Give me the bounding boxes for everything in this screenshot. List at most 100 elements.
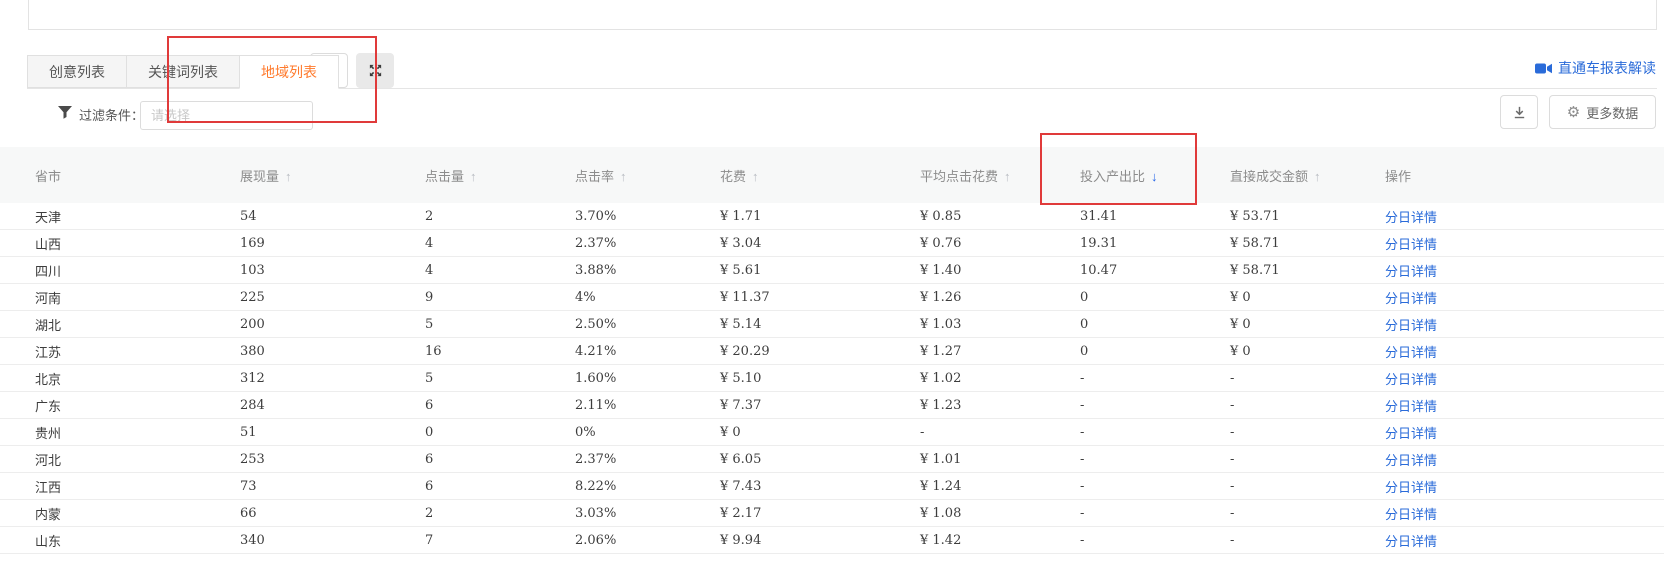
action-cell: 分日详情 — [1365, 288, 1664, 307]
column-header-1[interactable]: 展现量↑ — [205, 166, 390, 185]
daily-detail-link[interactable]: 分日详情 — [1385, 291, 1437, 306]
data-cell: 2.11% — [540, 398, 685, 413]
sort-asc-icon[interactable]: ↑ — [285, 169, 292, 184]
data-cell: ¥ 2.17 — [685, 506, 885, 521]
sort-asc-icon[interactable]: ↑ — [620, 169, 627, 184]
daily-detail-link[interactable]: 分日详情 — [1385, 399, 1437, 414]
data-cell: - — [1195, 425, 1365, 440]
data-cell: ¥ 1.27 — [885, 344, 1045, 359]
province-cell: 内蒙 — [0, 504, 205, 523]
data-cell: 73 — [205, 479, 390, 494]
data-cell: 31.41 — [1045, 209, 1195, 224]
data-cell: ¥ 20.29 — [685, 344, 885, 359]
column-header-7[interactable]: 直接成交金额↑ — [1195, 166, 1365, 185]
province-cell: 河北 — [0, 450, 205, 469]
daily-detail-link[interactable]: 分日详情 — [1385, 453, 1437, 468]
data-cell: 103 — [205, 263, 390, 278]
tab-keyword-list[interactable]: 关键词列表 — [126, 55, 240, 88]
data-cell: - — [1045, 506, 1195, 521]
data-cell: 16 — [390, 344, 540, 359]
daily-detail-link[interactable]: 分日详情 — [1385, 345, 1437, 360]
data-cell: - — [1045, 398, 1195, 413]
data-cell: 9 — [390, 290, 540, 305]
action-cell: 分日详情 — [1365, 369, 1664, 388]
data-cell: ¥ 1.02 — [885, 371, 1045, 386]
video-icon — [1535, 62, 1553, 75]
data-cell: ¥ 11.37 — [685, 290, 885, 305]
report-tabs: 创意列表 关键词列表 地域列表 — [27, 55, 339, 89]
daily-detail-link[interactable]: 分日详情 — [1385, 210, 1437, 225]
data-cell: 3.70% — [540, 209, 685, 224]
daily-detail-link[interactable]: 分日详情 — [1385, 318, 1437, 333]
data-cell: ¥ 1.08 — [885, 506, 1045, 521]
action-cell: 分日详情 — [1365, 261, 1664, 280]
data-cell: - — [1195, 371, 1365, 386]
daily-detail-link[interactable]: 分日详情 — [1385, 426, 1437, 441]
data-cell: ¥ 7.43 — [685, 479, 885, 494]
data-cell: ¥ 58.71 — [1195, 263, 1365, 278]
column-header-4[interactable]: 花费↑ — [685, 166, 885, 185]
column-header-0: 省市 — [0, 166, 205, 185]
province-cell: 湖北 — [0, 315, 205, 334]
daily-detail-link[interactable]: 分日详情 — [1385, 507, 1437, 522]
sort-asc-icon[interactable]: ↑ — [752, 169, 759, 184]
tab-region-list[interactable]: 地域列表 — [239, 55, 339, 89]
data-cell: 200 — [205, 317, 390, 332]
data-cell: 2.50% — [540, 317, 685, 332]
region-data-table: 省市展现量↑点击量↑点击率↑花费↑平均点击花费↑投入产出比↓直接成交金额↑操作 … — [0, 147, 1664, 554]
data-cell: 4 — [390, 236, 540, 251]
daily-detail-link[interactable]: 分日详情 — [1385, 264, 1437, 279]
province-cell: 江苏 — [0, 342, 205, 361]
fullscreen-button[interactable] — [356, 53, 394, 88]
data-cell: ¥ 0 — [1195, 290, 1365, 305]
download-button[interactable] — [1500, 95, 1538, 129]
data-cell: 19.31 — [1045, 236, 1195, 251]
filter-icon — [58, 106, 72, 119]
data-cell: ¥ 1.71 — [685, 209, 885, 224]
action-cell: 分日详情 — [1365, 342, 1664, 361]
province-cell: 山西 — [0, 234, 205, 253]
column-header-8: 操作 — [1365, 166, 1664, 185]
data-cell: 6 — [390, 452, 540, 467]
filter-label: 过滤条件： — [79, 105, 144, 124]
filter-select-input[interactable] — [140, 101, 313, 130]
data-cell: 0 — [1045, 317, 1195, 332]
data-cell: - — [1045, 425, 1195, 440]
more-data-label: 更多数据 — [1586, 103, 1638, 122]
data-cell: ¥ 0.85 — [885, 209, 1045, 224]
data-cell: ¥ 6.05 — [685, 452, 885, 467]
daily-detail-link[interactable]: 分日详情 — [1385, 480, 1437, 495]
column-header-2[interactable]: 点击量↑ — [390, 166, 540, 185]
data-cell: ¥ 1.42 — [885, 533, 1045, 548]
data-cell: 4.21% — [540, 344, 685, 359]
data-cell: 3.03% — [540, 506, 685, 521]
sort-asc-icon[interactable]: ↑ — [1314, 169, 1321, 184]
data-cell: 2 — [390, 506, 540, 521]
action-cell: 分日详情 — [1365, 396, 1664, 415]
data-cell: ¥ 0 — [1195, 344, 1365, 359]
data-cell: 340 — [205, 533, 390, 548]
column-header-6[interactable]: 投入产出比↓ — [1045, 166, 1195, 185]
daily-detail-link[interactable]: 分日详情 — [1385, 372, 1437, 387]
report-interpretation-link[interactable]: 直通车报表解读 — [1535, 58, 1656, 78]
more-data-button[interactable]: ⚙ 更多数据 — [1549, 95, 1656, 129]
data-cell: 4% — [540, 290, 685, 305]
data-cell: 0 — [1045, 290, 1195, 305]
sort-asc-icon[interactable]: ↑ — [1004, 169, 1011, 184]
data-cell: ¥ 3.04 — [685, 236, 885, 251]
data-cell: 2.06% — [540, 533, 685, 548]
column-header-5[interactable]: 平均点击花费↑ — [885, 166, 1045, 185]
data-cell: ¥ 0.76 — [885, 236, 1045, 251]
data-cell: 3.88% — [540, 263, 685, 278]
tab-creative-list[interactable]: 创意列表 — [27, 55, 127, 88]
daily-detail-link[interactable]: 分日详情 — [1385, 534, 1437, 549]
action-cell: 分日详情 — [1365, 477, 1664, 496]
data-cell: ¥ 1.01 — [885, 452, 1045, 467]
sort-desc-icon[interactable]: ↓ — [1151, 169, 1158, 184]
data-cell: 8.22% — [540, 479, 685, 494]
sort-asc-icon[interactable]: ↑ — [470, 169, 477, 184]
daily-detail-link[interactable]: 分日详情 — [1385, 237, 1437, 252]
data-cell: 225 — [205, 290, 390, 305]
column-header-3[interactable]: 点击率↑ — [540, 166, 685, 185]
action-cell: 分日详情 — [1365, 315, 1664, 334]
